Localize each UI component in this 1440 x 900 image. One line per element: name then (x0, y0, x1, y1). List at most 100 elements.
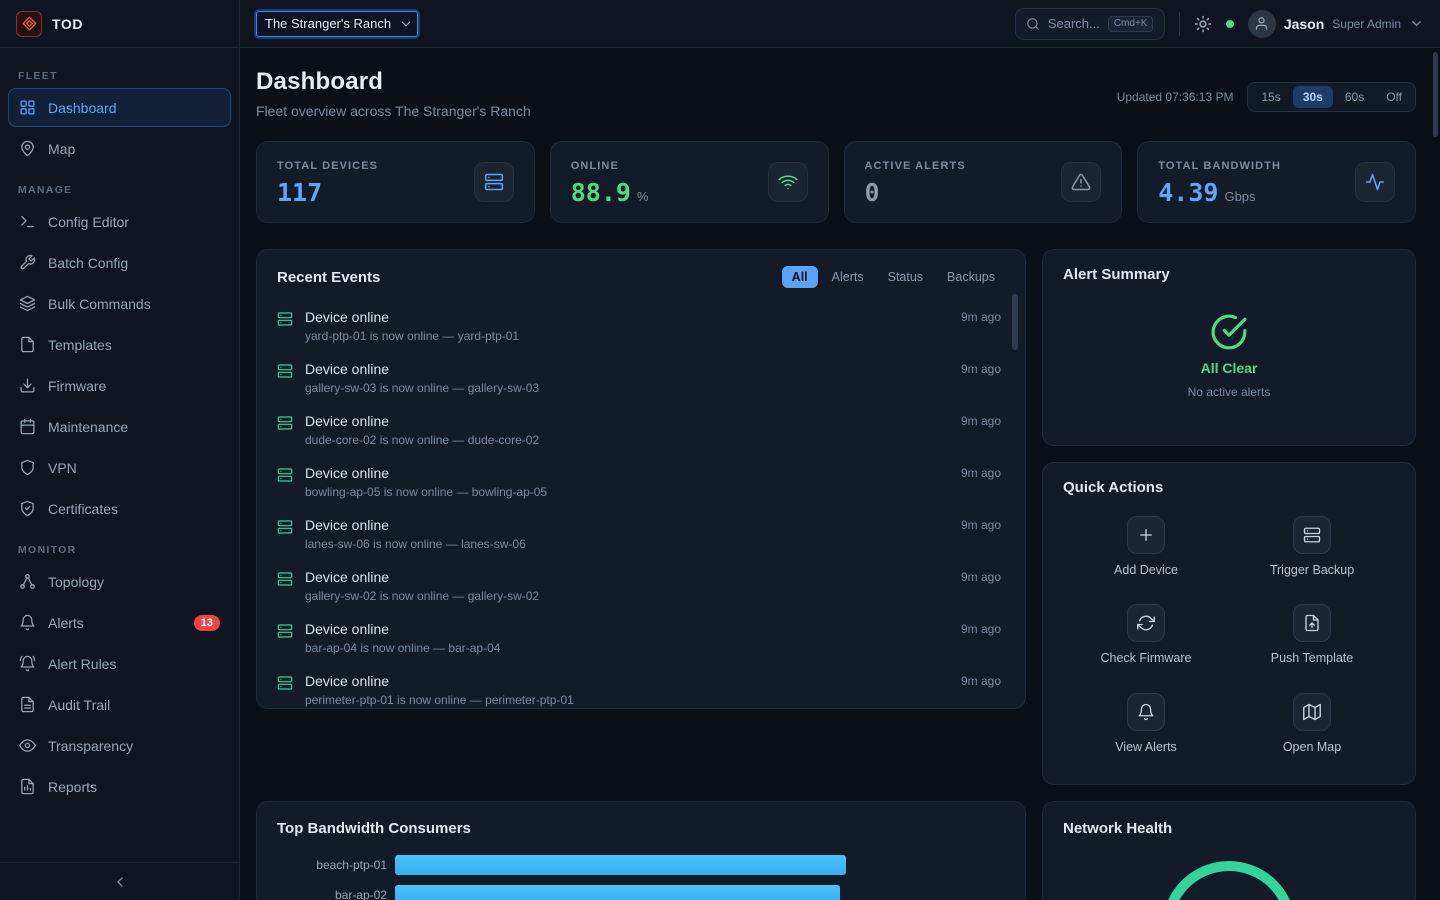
sidebar-collapse-button[interactable] (0, 862, 239, 900)
quick-action-trigger-backup[interactable]: Trigger Backup (1270, 516, 1354, 577)
refresh-icon (1137, 614, 1155, 632)
alert-summary-status: All Clear (1201, 360, 1258, 376)
network-icon (19, 573, 36, 590)
events-list: Device online yard-ptp-01 is now online —… (257, 298, 1025, 708)
top-bandwidth-title: Top Bandwidth Consumers (277, 820, 471, 837)
event-time: 9m ago (961, 518, 1001, 532)
sidebar-item-label: Alert Rules (48, 656, 116, 672)
event-title: Device online (305, 517, 949, 533)
gauge-ring-icon (1154, 853, 1304, 900)
alerts-count-badge: 13 (194, 615, 220, 631)
sidebar-item-transparency[interactable]: Transparency (8, 726, 231, 765)
events-tab-all[interactable]: All (782, 266, 818, 288)
bandwidth-device-label: beach-ptp-01 (277, 858, 387, 872)
sidebar: FLEET DashboardMap MANAGE Config EditorBatc… (0, 48, 240, 900)
quick-action-add-device[interactable]: Add Device (1114, 516, 1178, 577)
event-time: 9m ago (961, 310, 1001, 324)
site-selector[interactable]: The Stranger's Ranch (256, 11, 418, 37)
bell-icon (1137, 703, 1155, 721)
search-input[interactable]: Search... Cmd+K (1015, 8, 1165, 40)
calendar-icon (19, 418, 36, 435)
sidebar-section-label: MANAGE (18, 184, 221, 196)
file-icon (19, 336, 36, 353)
sidebar-item-alert-rules[interactable]: Alert Rules (8, 644, 231, 683)
sidebar-item-dashboard[interactable]: Dashboard (8, 88, 231, 127)
quick-action-push-template[interactable]: Push Template (1271, 604, 1353, 665)
sidebar-item-certificates[interactable]: Certificates (8, 489, 231, 528)
quick-actions-title: Quick Actions (1063, 479, 1395, 496)
sidebar-item-maintenance[interactable]: Maintenance (8, 407, 231, 446)
sidebar-item-label: Topology (48, 574, 104, 590)
stat-card-online: ONLINE88.9% (550, 141, 829, 223)
page-subtitle: Fleet overview across The Stranger's Ran… (256, 103, 531, 119)
refresh-interval-off-button[interactable]: Off (1376, 86, 1412, 108)
check-circle-icon (1210, 313, 1248, 351)
quick-action-label: Add Device (1114, 563, 1178, 577)
event-title: Device online (305, 361, 949, 377)
events-scrollbar[interactable] (1012, 294, 1018, 350)
sidebar-item-map[interactable]: Map (8, 129, 231, 168)
quick-action-view-alerts[interactable]: View Alerts (1115, 693, 1177, 754)
events-tab-status[interactable]: Status (878, 266, 933, 288)
bell-ring-icon (19, 655, 36, 672)
event-detail: bowling-ap-05 is now online — bowling-ap… (305, 485, 949, 499)
sidebar-item-batch-config[interactable]: Batch Config (8, 243, 231, 282)
sidebar-item-config-editor[interactable]: Config Editor (8, 202, 231, 241)
sidebar-item-label: Templates (48, 337, 112, 353)
search-icon (1026, 17, 1040, 31)
sidebar-item-label: VPN (48, 460, 77, 476)
event-row[interactable]: Device online lanes-sw-06 is now online —… (277, 508, 1001, 560)
bandwidth-device-label: bar-ap-02 (277, 888, 387, 900)
sidebar-item-bulk-commands[interactable]: Bulk Commands (8, 284, 231, 323)
event-row[interactable]: Device onlinegallery-sw-02 is now online… (277, 560, 1001, 612)
sidebar-item-topology[interactable]: Topology (8, 562, 231, 601)
sidebar-item-label: Reports (48, 779, 97, 795)
event-row[interactable]: Device onlineyard-ptp-01 is now online —… (277, 300, 1001, 352)
event-row[interactable]: Device onlineperimeter-ptp-01 is now onl… (277, 664, 1001, 708)
events-tab-backups[interactable]: Backups (937, 266, 1005, 288)
top-bandwidth-card: Top Bandwidth Consumers beach-ptp-01 bar-… (256, 801, 1026, 900)
event-time: 9m ago (961, 674, 1001, 688)
download-icon (19, 377, 36, 394)
sidebar-section-label: FLEET (18, 70, 221, 82)
sidebar-item-vpn[interactable]: VPN (8, 448, 231, 487)
sidebar-item-reports[interactable]: Reports (8, 767, 231, 806)
event-detail: yard-ptp-01 is now online — yard-ptp-01 (305, 329, 949, 343)
event-detail: lanes-sw-06 is now online — lanes-sw-06 (305, 537, 949, 551)
quick-action-check-firmware[interactable]: Check Firmware (1101, 604, 1192, 665)
sidebar-item-label: Alerts (48, 615, 84, 631)
page-scrollbar[interactable] (1433, 52, 1438, 137)
sun-icon (1194, 15, 1212, 33)
event-row[interactable]: Device onlinebar-ap-04 is now online — b… (277, 612, 1001, 664)
shield-check-icon (19, 500, 36, 517)
refresh-interval-30s-button[interactable]: 30s (1293, 86, 1333, 108)
grid-icon (19, 99, 36, 116)
event-row[interactable]: Device onlinedude-core-02 is now online … (277, 404, 1001, 456)
user-icon (1254, 16, 1269, 31)
layers-icon (19, 295, 36, 312)
server-icon (277, 363, 293, 379)
sidebar-item-firmware[interactable]: Firmware (8, 366, 231, 405)
refresh-interval-60s-button[interactable]: 60s (1335, 86, 1374, 108)
theme-toggle-button[interactable] (1194, 15, 1212, 33)
sidebar-item-alerts[interactable]: Alerts 13 (8, 603, 231, 642)
sidebar-item-templates[interactable]: Templates (8, 325, 231, 364)
quick-actions-grid: Add Device Trigger Backup Check Firmware Pu… (1063, 502, 1395, 768)
sidebar-item-audit-trail[interactable]: Audit Trail (8, 685, 231, 724)
event-row[interactable]: Device onlinegallery-sw-03 is now online… (277, 352, 1001, 404)
file-text-icon (19, 696, 36, 713)
events-tab-alerts[interactable]: Alerts (822, 266, 874, 288)
main-content: Dashboard Fleet overview across The Stra… (240, 48, 1440, 900)
quick-action-label: Check Firmware (1101, 651, 1192, 665)
refresh-interval-15s-button[interactable]: 15s (1251, 86, 1290, 108)
user-menu[interactable]: Jason Super Admin (1248, 10, 1424, 38)
server-icon (277, 415, 293, 431)
quick-action-open-map[interactable]: Open Map (1283, 693, 1341, 754)
event-title: Device online (305, 569, 949, 585)
connection-status-dot (1226, 20, 1234, 28)
event-filter-tabs: AllAlertsStatusBackups (782, 266, 1005, 288)
divider (1179, 12, 1180, 36)
event-row[interactable]: Device onlinebowling-ap-05 is now online… (277, 456, 1001, 508)
sidebar-section-label: MONITOR (18, 544, 221, 556)
search-shortcut-badge: Cmd+K (1108, 16, 1154, 32)
